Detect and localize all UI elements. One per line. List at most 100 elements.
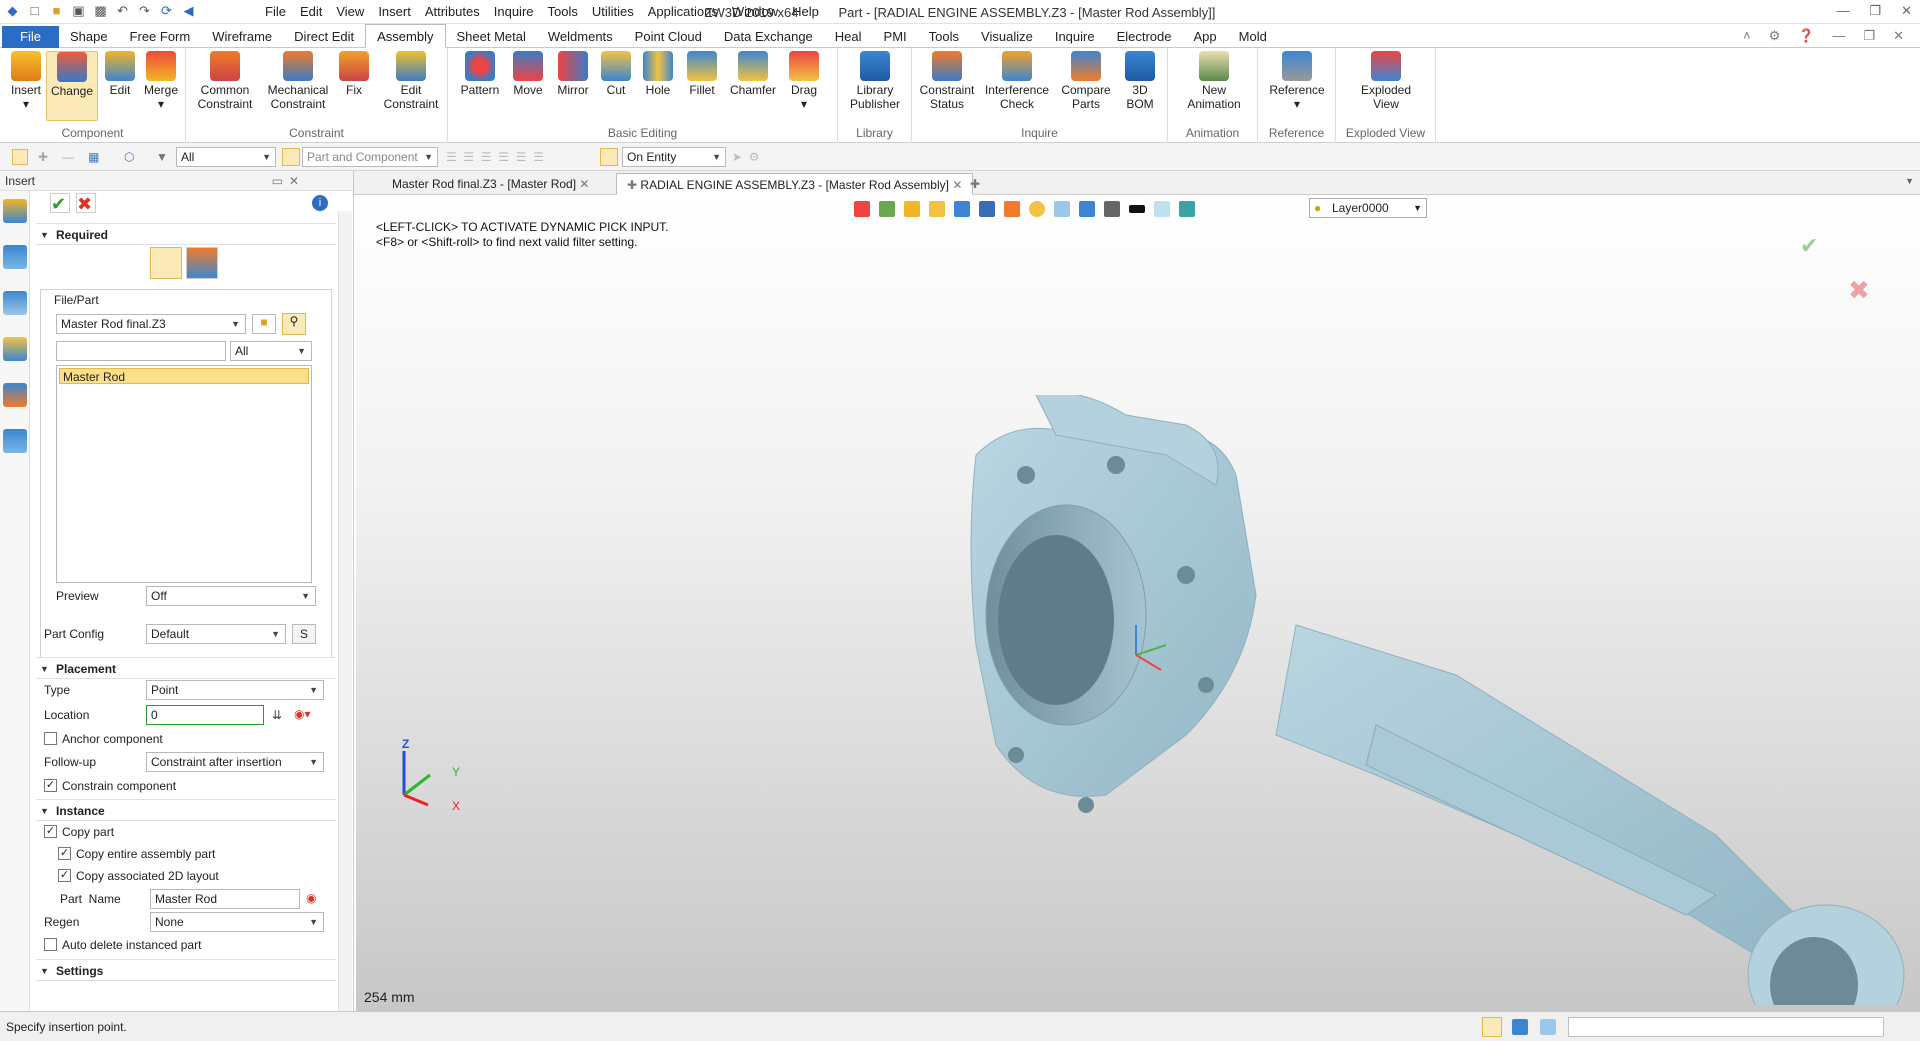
close-icon[interactable]: ✕ xyxy=(1901,3,1912,19)
constraint-status-button[interactable]: Constraint Status xyxy=(918,51,976,111)
display-mode-icon[interactable] xyxy=(1104,201,1120,217)
new-animation-button[interactable]: New Animation xyxy=(1176,51,1252,111)
mirror-button[interactable]: Mirror xyxy=(552,51,594,97)
insert-button[interactable]: Insert ▾ xyxy=(6,51,46,111)
polygon-icon[interactable]: ⬡ xyxy=(124,150,138,164)
hole-button[interactable]: Hole xyxy=(640,51,676,97)
drag-button[interactable]: Drag ▾ xyxy=(784,51,824,111)
menu-file[interactable]: File xyxy=(258,4,293,19)
tab-list-icon[interactable]: ▼ xyxy=(1905,176,1914,186)
preview-dropdown[interactable]: Off ▼ xyxy=(146,586,316,606)
redo-icon[interactable]: ↷ xyxy=(136,2,153,19)
help-icon[interactable]: ❓ xyxy=(1798,28,1814,44)
pattern-button[interactable]: Pattern xyxy=(458,51,502,97)
status-input-box[interactable] xyxy=(1568,1017,1884,1037)
part-config-dropdown[interactable]: Default ▼ xyxy=(146,624,286,644)
view-filter-icon[interactable] xyxy=(879,201,895,217)
master-rod-model[interactable] xyxy=(956,395,1906,1005)
anchor-checkbox[interactable] xyxy=(44,732,57,745)
new-file-icon[interactable]: □ xyxy=(26,2,43,19)
3d-bom-button[interactable]: 3D BOM xyxy=(1120,51,1160,111)
tab-wireframe[interactable]: Wireframe xyxy=(201,26,283,48)
user-icon[interactable] xyxy=(2,429,27,453)
accept-check-icon[interactable]: ✔ xyxy=(1800,233,1818,259)
render-icon[interactable] xyxy=(1029,201,1045,217)
status-monitor-icon[interactable] xyxy=(1512,1019,1528,1035)
type-dropdown[interactable]: Point ▼ xyxy=(146,680,324,700)
menu-view[interactable]: View xyxy=(329,4,371,19)
line-style-icon[interactable] xyxy=(1129,205,1145,213)
open-file-icon[interactable]: ■ xyxy=(252,314,276,334)
tab-data-exchange[interactable]: Data Exchange xyxy=(713,26,824,48)
insert-manager-icon[interactable] xyxy=(2,199,27,223)
fillet-button[interactable]: Fillet xyxy=(684,51,720,97)
cube-view-icon[interactable] xyxy=(954,201,970,217)
fit-view-icon[interactable] xyxy=(1054,201,1070,217)
tab-point-cloud[interactable]: Point Cloud xyxy=(624,26,713,48)
background-icon[interactable] xyxy=(1154,201,1170,217)
panel-pin-icon[interactable]: ▭ xyxy=(272,171,283,191)
menu-edit[interactable]: Edit xyxy=(293,4,329,19)
cancel-cross-icon[interactable]: ✖ xyxy=(1848,275,1870,306)
tab-visualize[interactable]: Visualize xyxy=(970,26,1044,48)
assembly-tree-icon[interactable] xyxy=(2,291,27,315)
tab-app[interactable]: App xyxy=(1183,26,1228,48)
part-component-icon[interactable] xyxy=(282,148,300,166)
copy-entire-checkbox[interactable]: ✓ xyxy=(58,847,71,860)
menu-applications[interactable]: Applications xyxy=(641,4,725,19)
print-icon[interactable]: ▩ xyxy=(92,2,109,19)
status-layout-icon[interactable] xyxy=(1482,1017,1502,1037)
constrain-checkbox[interactable]: ✓ xyxy=(44,779,57,792)
library-publisher-button[interactable]: Library Publisher xyxy=(846,51,904,111)
save-icon[interactable]: ▣ xyxy=(70,2,87,19)
menu-inquire[interactable]: Inquire xyxy=(487,4,541,19)
section-settings[interactable]: Settings xyxy=(36,959,336,982)
filter-all-dropdown[interactable]: All ▼ xyxy=(176,147,276,167)
minimize-icon[interactable]: — xyxy=(1836,3,1849,19)
pick-point-icon[interactable]: ◉▾ xyxy=(294,707,311,721)
section-view-icon[interactable] xyxy=(1079,201,1095,217)
menu-utilities[interactable]: Utilities xyxy=(585,4,641,19)
menu-help[interactable]: Help xyxy=(785,4,826,19)
back-icon[interactable]: ◀ xyxy=(180,2,197,19)
exploded-view-button[interactable]: Exploded View xyxy=(1352,51,1420,111)
tab-electrode[interactable]: Electrode xyxy=(1106,26,1183,48)
tab-free-form[interactable]: Free Form xyxy=(119,26,202,48)
status-panel-icon[interactable] xyxy=(1540,1019,1556,1035)
history-manager-icon[interactable] xyxy=(2,245,27,269)
on-entity-icon[interactable] xyxy=(600,148,618,166)
expand-options-icon[interactable]: ⇊ xyxy=(272,708,282,722)
part-filter-dropdown[interactable]: All ▼ xyxy=(230,341,312,361)
view-manager-icon[interactable] xyxy=(2,383,27,407)
menu-attributes[interactable]: Attributes xyxy=(418,4,487,19)
settings-gear-icon[interactable]: ⚙ xyxy=(1769,28,1781,44)
exit-icon[interactable] xyxy=(854,201,870,217)
insert-new-icon[interactable] xyxy=(186,247,218,279)
menu-insert[interactable]: Insert xyxy=(371,4,418,19)
3d-viewport[interactable]: ● Layer0000 ▼ <LEFT-CLICK> TO ACTIVATE DYN… xyxy=(356,195,1920,1011)
part-name-input[interactable]: Master Rod xyxy=(150,889,300,909)
tab-heal[interactable]: Heal xyxy=(824,26,873,48)
doc-tab-close-icon[interactable]: ✕ xyxy=(579,177,589,191)
insert-from-file-icon[interactable] xyxy=(150,247,182,279)
collapse-ribbon-icon[interactable]: ˄ xyxy=(1743,28,1751,44)
orient-icon[interactable] xyxy=(979,201,995,217)
followup-dropdown[interactable]: Constraint after insertion ▼ xyxy=(146,752,324,772)
tab-direct-edit[interactable]: Direct Edit xyxy=(283,26,365,48)
regen-dropdown[interactable]: None ▼ xyxy=(150,912,324,932)
panel-close-icon[interactable]: ✕ xyxy=(289,171,299,191)
menu-window[interactable]: Window xyxy=(725,4,785,19)
tab-inquire[interactable]: Inquire xyxy=(1044,26,1106,48)
tab-sheet-metal[interactable]: Sheet Metal xyxy=(446,26,537,48)
move-button[interactable]: Move xyxy=(508,51,548,97)
compare-parts-button[interactable]: Compare Parts xyxy=(1058,51,1114,111)
edit-constraint-button[interactable]: Edit Constraint xyxy=(378,51,444,111)
tab-weldments[interactable]: Weldments xyxy=(537,26,624,48)
copy-2d-checkbox[interactable]: ✓ xyxy=(58,869,71,882)
layer-dropdown[interactable]: ● Layer0000 ▼ xyxy=(1309,198,1427,218)
list-item[interactable]: Master Rod xyxy=(59,368,309,384)
section-required[interactable]: Required xyxy=(36,223,336,246)
merge-button[interactable]: Merge ▾ xyxy=(140,51,182,111)
name-pick-icon[interactable]: ◉ xyxy=(306,891,316,905)
common-constraint-button[interactable]: Common Constraint xyxy=(194,51,256,111)
